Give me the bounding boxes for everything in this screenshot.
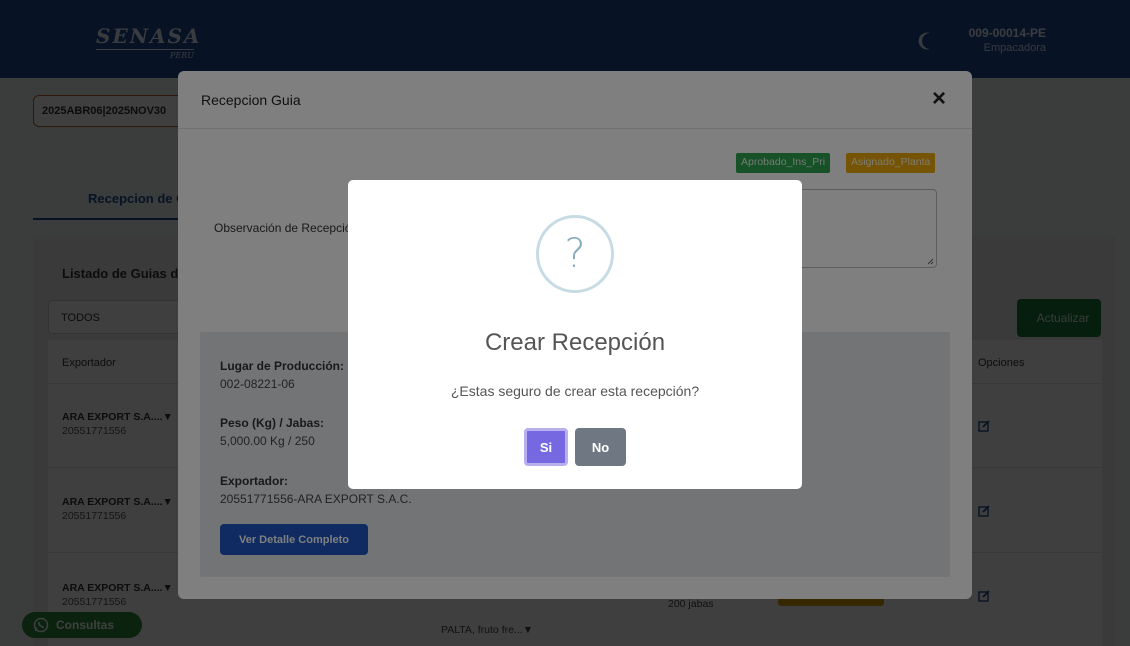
question-icon: ? [536, 215, 614, 293]
dialog-message: ¿Estas seguro de crear esta recepción? [450, 383, 700, 399]
question-mark: ? [564, 231, 586, 277]
dialog-title: Crear Recepción [484, 329, 666, 356]
confirm-dialog: ? Crear Recepción ¿Estas seguro de crear… [348, 180, 802, 489]
confirm-yes-button[interactable]: Si [524, 428, 568, 466]
confirm-no-button[interactable]: No [575, 428, 626, 466]
